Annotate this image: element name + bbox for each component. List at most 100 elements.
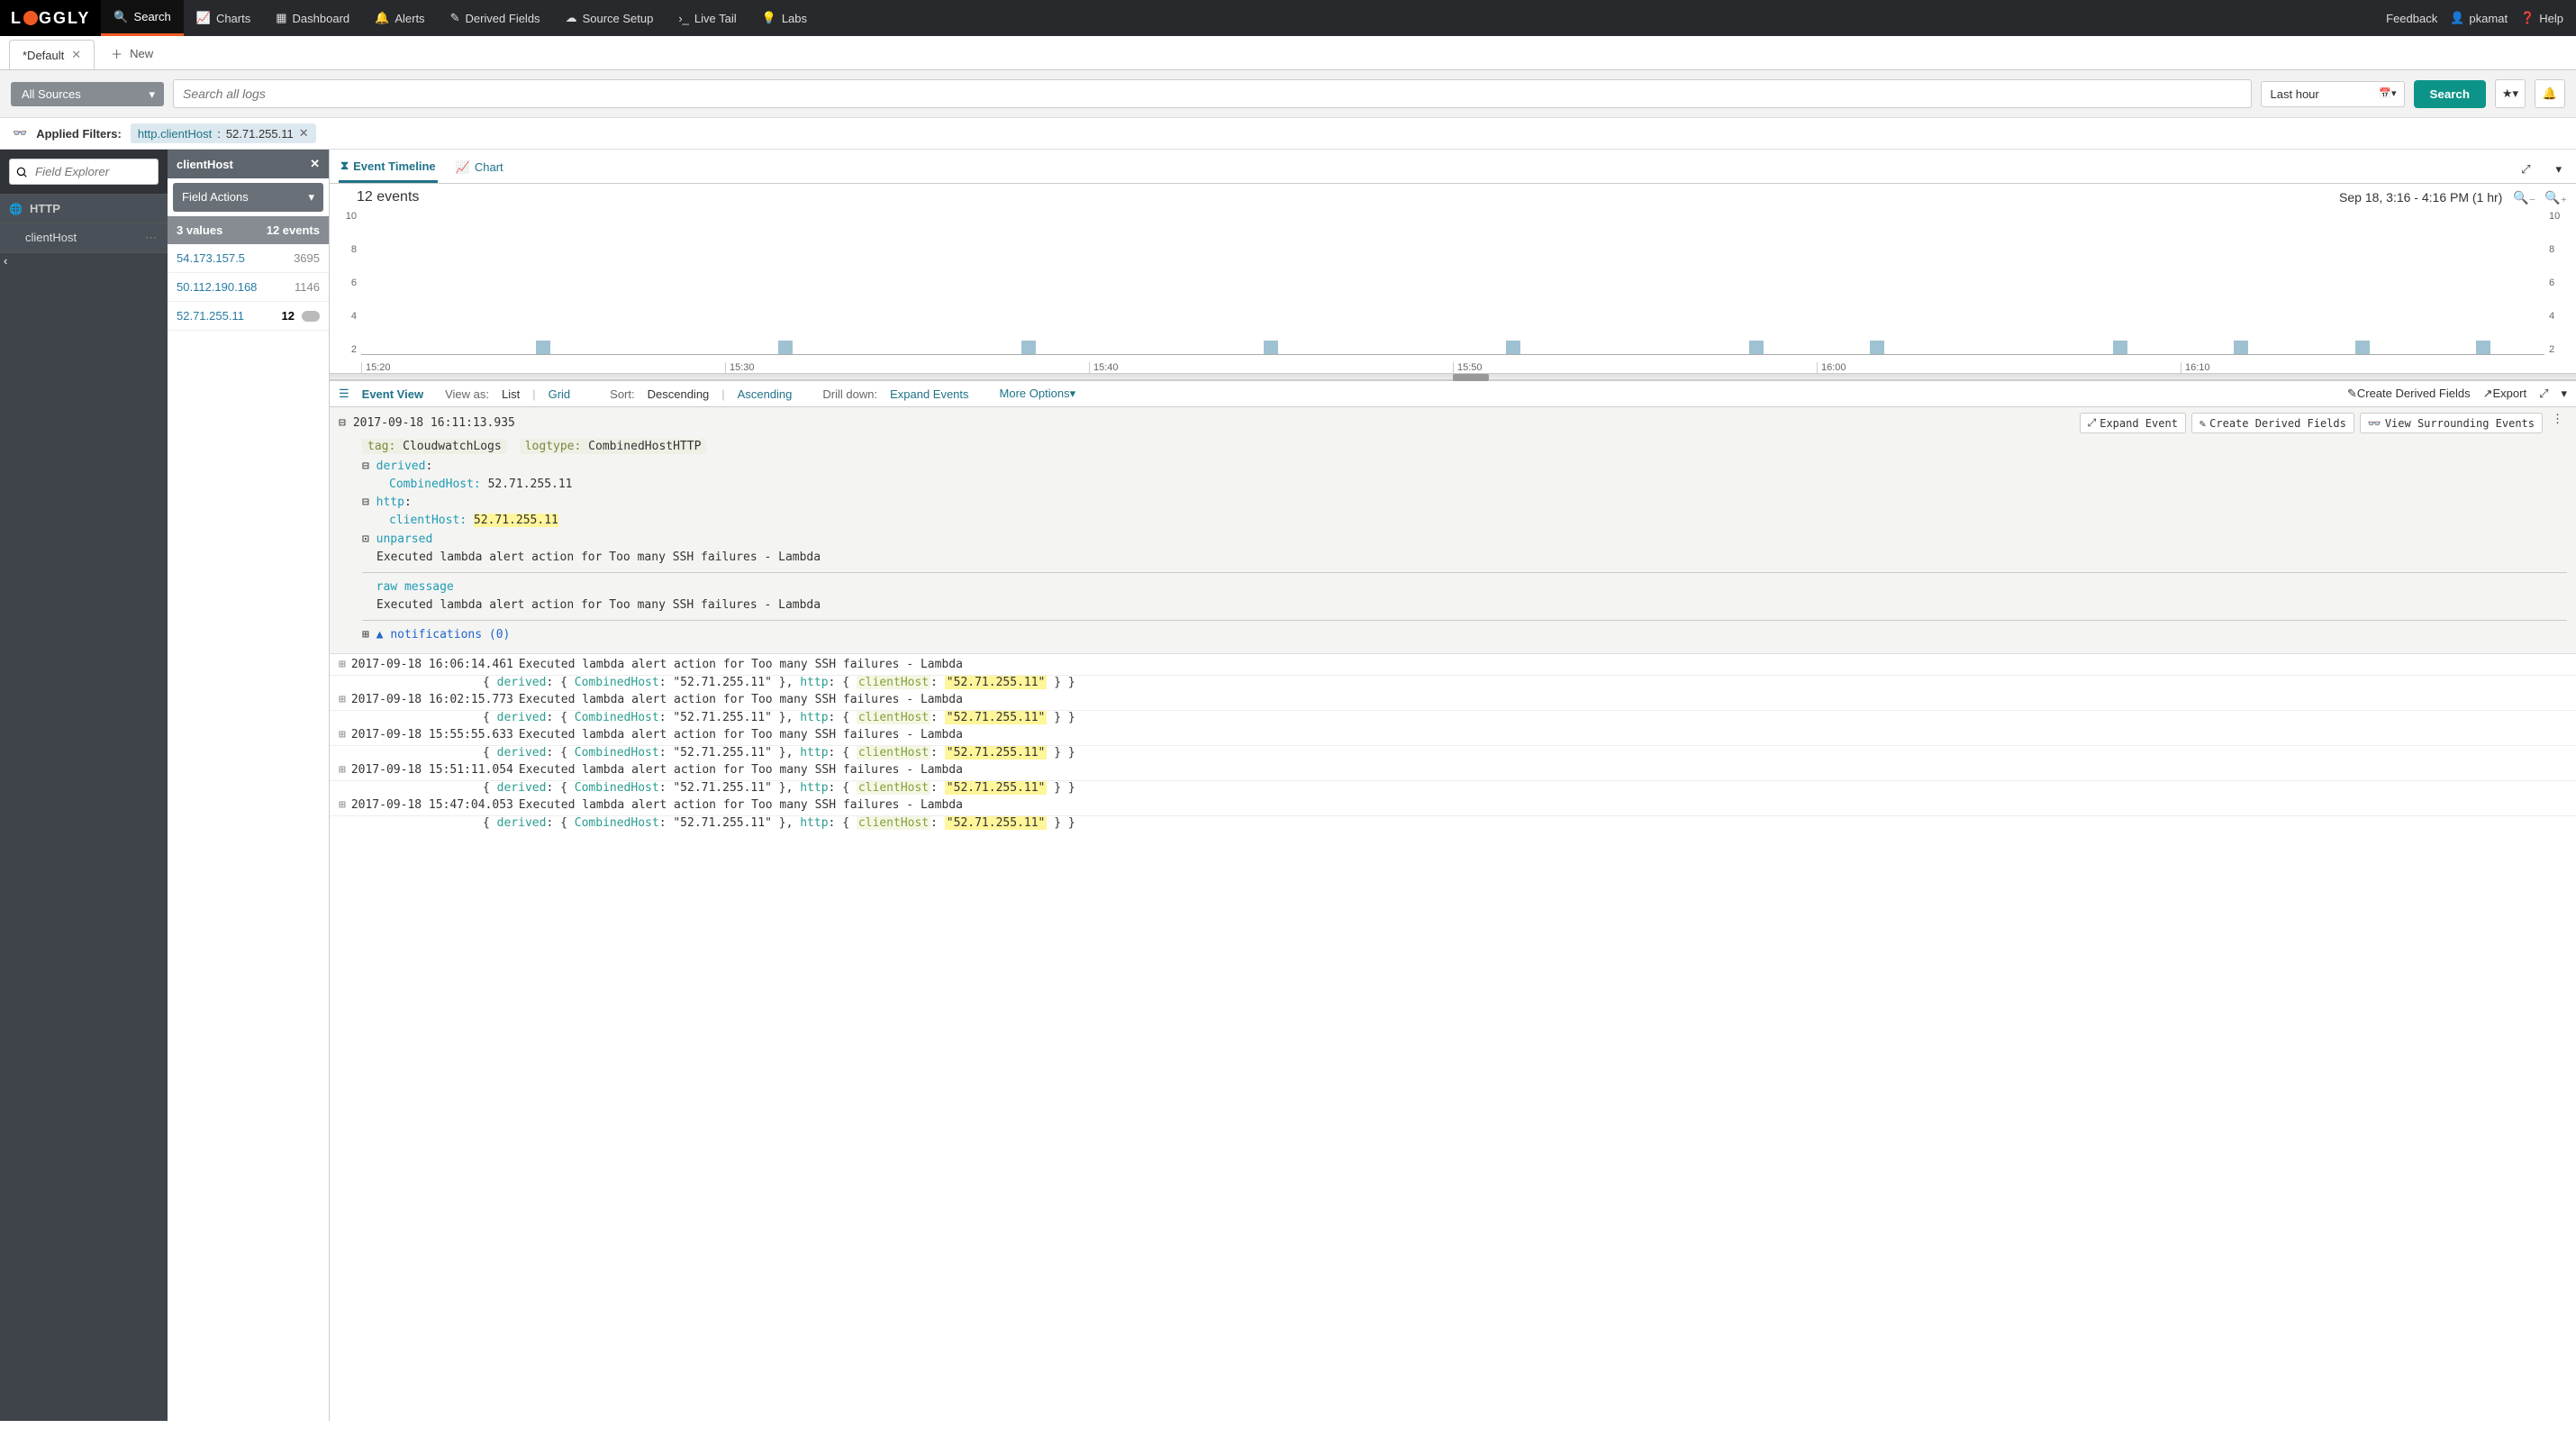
chevron-down-icon[interactable]: ▾ — [2555, 162, 2562, 177]
collapse-icon[interactable]: ⊟ — [339, 416, 346, 430]
search-input[interactable] — [173, 79, 2252, 108]
notifications-button[interactable]: 🔔 — [2535, 79, 2565, 108]
log-rows-container: ⊞ 2017-09-18 16:06:14.461 Executed lambd… — [330, 654, 2576, 830]
x-axis: 15:2015:3015:4015:5016:0016:10 — [361, 362, 2544, 373]
create-derived-link[interactable]: ✎Create Derived Fields — [2347, 387, 2471, 401]
main-content: HTTP ‹ clientHost ⋯ clientHost ✕ Field A… — [0, 150, 2576, 1421]
drill-label: Drill down: — [822, 387, 877, 401]
search-button[interactable]: Search — [2414, 80, 2486, 108]
expand-icon[interactable]: ⤢ — [2521, 162, 2530, 177]
log-timestamp: 2017-09-18 16:02:15.773 — [351, 693, 513, 706]
top-bar: LGGLY 🔍 Search 📈 Charts ▦ Dashboard 🔔 Al… — [0, 0, 2576, 36]
remove-filter-icon[interactable]: ✕ — [299, 126, 309, 141]
log-message: Executed lambda alert action for Too man… — [519, 728, 963, 742]
event-body: ⊟ derived: CombinedHost: 52.71.255.11 ⊟ … — [339, 454, 2567, 648]
tab-default[interactable]: *Default ✕ — [9, 40, 95, 69]
filter-pill[interactable]: http.clientHost : 52.71.255.11 ✕ — [131, 123, 316, 143]
log-row[interactable]: ⊞ 2017-09-18 15:47:04.053 Executed lambd… — [330, 795, 2576, 816]
chevron-down-icon[interactable]: ▾ — [2561, 387, 2567, 401]
view-list[interactable]: List — [502, 387, 520, 401]
value-ip: 54.173.157.5 — [177, 251, 245, 265]
tab-default-label: *Default — [23, 49, 64, 62]
user-menu[interactable]: 👤 pkamat — [2450, 11, 2508, 25]
tab-new[interactable]: ＋ New — [98, 38, 166, 69]
log-row[interactable]: ⊞ 2017-09-18 15:51:11.054 Executed lambd… — [330, 760, 2576, 781]
expand-icon[interactable]: ⊞ — [339, 763, 346, 777]
favorite-button[interactable]: ★▾ — [2495, 79, 2526, 108]
field-explorer-input[interactable] — [9, 159, 159, 185]
zoom-in-icon[interactable]: 🔍₊ — [2544, 190, 2567, 205]
nav-dashboard[interactable]: ▦ Dashboard — [263, 0, 362, 36]
expand-icon[interactable]: ⊞ — [339, 693, 346, 706]
field-actions-dropdown[interactable]: Field Actions ▾ — [173, 183, 323, 212]
nav-search[interactable]: 🔍 Search — [101, 0, 183, 36]
log-json-line: { derived: { CombinedHost: "52.71.255.11… — [330, 711, 2576, 724]
more-icon[interactable]: ⋮ — [2548, 413, 2567, 433]
expand-icon[interactable]: ⊞ — [339, 728, 346, 742]
expand-icon[interactable]: ⊞ — [339, 658, 346, 671]
top-nav: 🔍 Search 📈 Charts ▦ Dashboard 🔔 Alerts ✎… — [101, 0, 820, 36]
log-row[interactable]: ⊞ 2017-09-18 15:55:55.633 Executed lambd… — [330, 724, 2576, 746]
nav-source-label: Source Setup — [583, 12, 654, 25]
feedback-link[interactable]: Feedback — [2386, 12, 2437, 25]
expand-event-button[interactable]: ⤢ Expand Event — [2080, 413, 2186, 433]
scrubber-handle[interactable] — [1453, 374, 1489, 381]
log-message: Executed lambda alert action for Too man… — [519, 798, 963, 812]
toggle-visibility-icon[interactable] — [302, 311, 320, 322]
tab-chart[interactable]: 📈 Chart — [454, 157, 505, 182]
results-panel: ⧗ Event Timeline 📈 Chart ⤢ ▾ 12 events S… — [330, 150, 2576, 1421]
applied-filters-row: 👓 Applied Filters: http.clientHost : 52.… — [0, 118, 2576, 150]
chevron-down-icon: ▾ — [308, 190, 314, 205]
filter-value: 52.71.255.11 — [226, 127, 294, 141]
tab-event-timeline[interactable]: ⧗ Event Timeline — [339, 155, 438, 183]
chevron-left-icon[interactable]: ‹ — [4, 254, 7, 268]
nav-charts[interactable]: 📈 Charts — [184, 0, 263, 36]
timeline-tabs: ⧗ Event Timeline 📈 Chart ⤢ ▾ — [330, 150, 2576, 184]
value-row[interactable]: 54.173.157.5 3695 — [168, 244, 329, 273]
list-icon: ☰ — [339, 387, 349, 401]
event-timeline-label: Event Timeline — [353, 159, 436, 173]
nav-derived-fields[interactable]: ✎ Derived Fields — [438, 0, 553, 36]
expand-events-link[interactable]: Expand Events — [890, 387, 968, 401]
event-view-link[interactable]: Event View — [362, 387, 423, 401]
value-count: 3695 — [294, 251, 320, 265]
facet-header-http[interactable]: HTTP — [0, 195, 168, 223]
nav-live-tail[interactable]: ›_ Live Tail — [666, 0, 748, 36]
sources-dropdown[interactable]: All Sources — [11, 82, 164, 106]
nav-alerts-label: Alerts — [395, 12, 424, 25]
export-link[interactable]: ↗Export — [2483, 387, 2526, 401]
more-options-dropdown[interactable]: More Options▾ — [1000, 387, 1076, 401]
help-link[interactable]: ❓ Help — [2520, 11, 2563, 25]
nav-alerts[interactable]: 🔔 Alerts — [362, 0, 437, 36]
logo: LGGLY — [0, 0, 101, 36]
sort-descending[interactable]: Descending — [648, 387, 710, 401]
expand-icon[interactable]: ⤢ — [2539, 387, 2548, 401]
log-row[interactable]: ⊞ 2017-09-18 16:06:14.461 Executed lambd… — [330, 654, 2576, 676]
zoom-out-icon[interactable]: 🔍₋ — [2513, 190, 2535, 205]
view-grid[interactable]: Grid — [549, 387, 571, 401]
close-icon[interactable]: ✕ — [71, 48, 81, 62]
y-axis: 108642 — [339, 211, 357, 355]
nav-source-setup[interactable]: ☁ Source Setup — [553, 0, 667, 36]
values-panel: clientHost ✕ Field Actions ▾ 3 values 12… — [168, 150, 330, 1421]
view-surrounding-button[interactable]: 👓 View Surrounding Events — [2360, 413, 2543, 433]
log-json-line: { derived: { CombinedHost: "52.71.255.11… — [330, 676, 2576, 689]
value-ip: 52.71.255.11 — [177, 309, 244, 323]
create-derived-button[interactable]: ✎ Create Derived Fields — [2191, 413, 2354, 433]
facet-clienthost[interactable]: clientHost ⋯ — [0, 223, 168, 253]
timeline-chart[interactable]: 108642 108642 15:2015:3015:4015:5016:001… — [330, 211, 2576, 373]
time-scrubber[interactable] — [330, 373, 2576, 380]
log-row[interactable]: ⊞ 2017-09-18 16:02:15.773 Executed lambd… — [330, 689, 2576, 711]
value-row[interactable]: 50.112.190.168 1146 — [168, 273, 329, 302]
values-panel-title: clientHost — [177, 158, 233, 171]
nav-labs[interactable]: 💡 Labs — [749, 0, 820, 36]
close-values-icon[interactable]: ✕ — [310, 157, 320, 171]
value-row-selected[interactable]: 52.71.255.11 12 — [168, 302, 329, 331]
time-range-dropdown[interactable]: Last hour — [2261, 81, 2405, 107]
view-as-label: View as: — [445, 387, 489, 401]
top-right: Feedback 👤 pkamat ❓ Help — [2386, 11, 2576, 25]
value-ip: 50.112.190.168 — [177, 280, 257, 294]
sort-ascending[interactable]: Ascending — [738, 387, 793, 401]
expand-icon[interactable]: ⊞ — [339, 798, 346, 812]
facet-sidebar: HTTP ‹ clientHost ⋯ — [0, 150, 168, 1421]
